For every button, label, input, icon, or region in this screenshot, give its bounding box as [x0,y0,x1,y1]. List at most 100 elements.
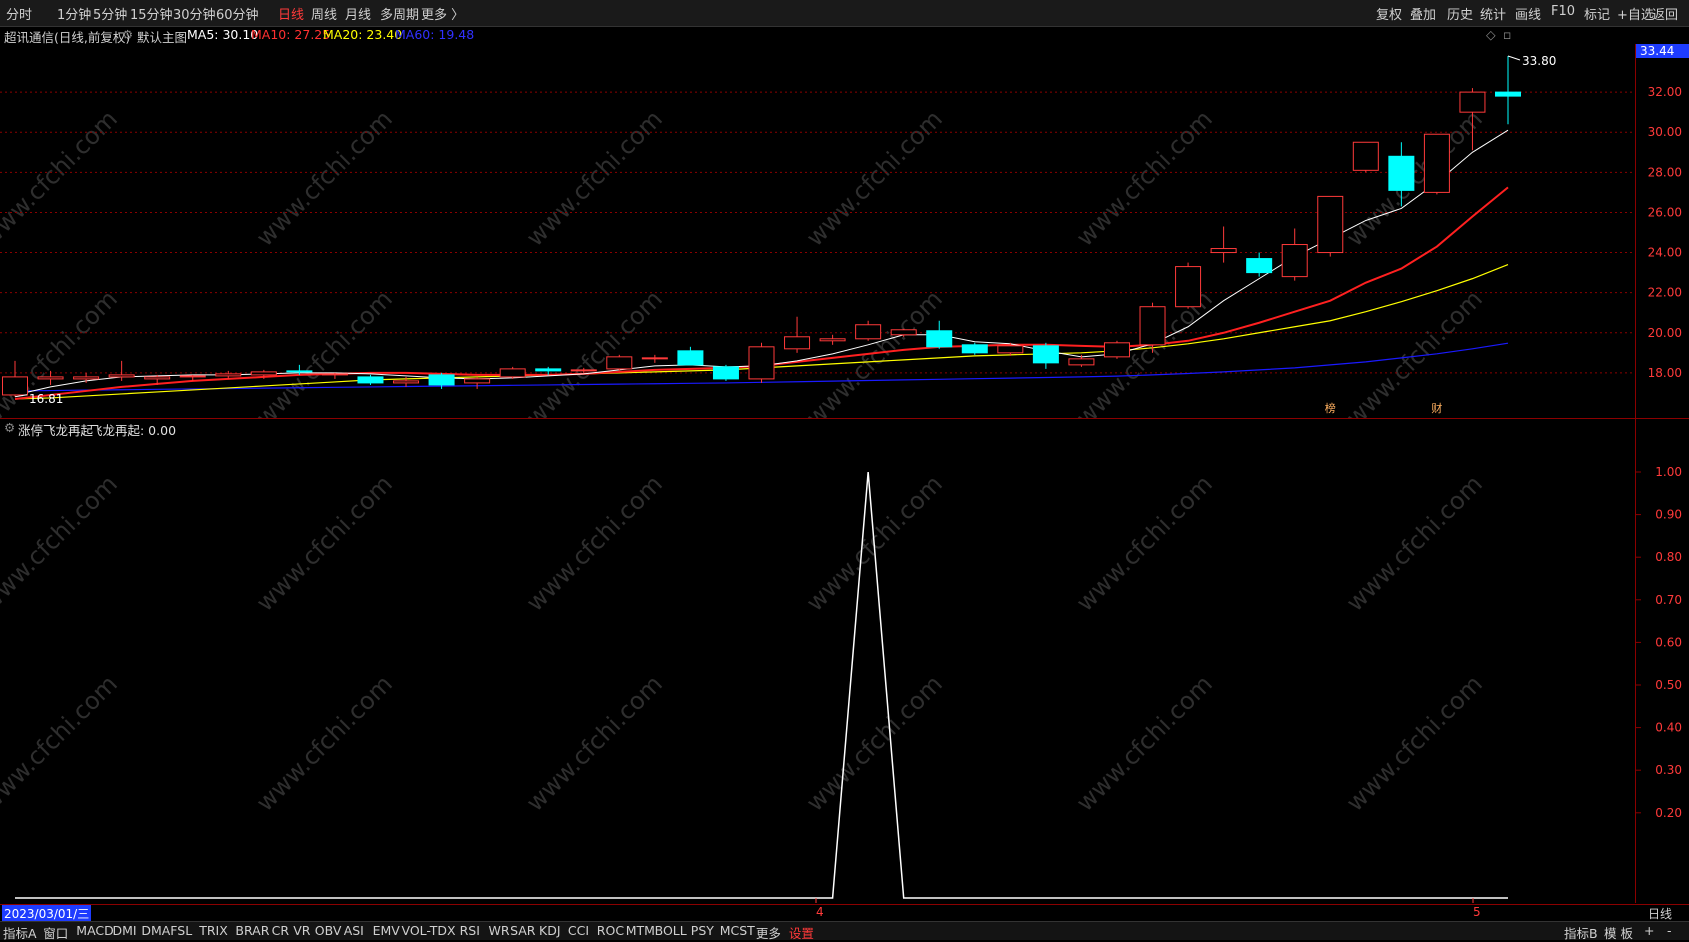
main-chart-legend: 超讯通信(日线,前复权) ⚙ 默认主图 MA5: 30.10 MA10: 27.… [0,26,1630,45]
diamond-icon[interactable]: ◇ [1486,27,1496,42]
period-tab-0[interactable]: 分时 [6,4,32,23]
indicator-tab-16[interactable]: SAR [510,923,535,938]
period-tab-1[interactable]: 1分钟 [57,4,91,23]
bottom-right-tab-1[interactable]: 模 板 [1604,923,1633,942]
toolbar-button-7[interactable]: +自选 [1617,4,1654,23]
period-tab-6[interactable]: 日线 [278,4,304,23]
indicator-tab-0[interactable]: 指标A [3,923,37,942]
indicator-tab-12[interactable]: EMV [373,923,400,938]
indicator-tab-4[interactable]: DMA [141,923,170,938]
watermark-text: www.cfchi.com [801,285,948,419]
watermark-text: www.cfchi.com [0,105,123,252]
y-tick-label: 30.00 [1648,125,1682,139]
y-tick-label: 32.00 [1648,85,1682,99]
indicator-tab-14[interactable]: RSI [460,923,480,938]
y-tick-label: 1.00 [1655,465,1682,479]
toolbar-button-8[interactable]: 返回 [1652,4,1678,23]
indicator-tab-18[interactable]: CCI [568,923,589,938]
candle-body [1459,91,1486,113]
toolbar-button-2[interactable]: 历史 [1447,4,1473,23]
window-maximize-icon[interactable]: ▫ [1503,27,1511,42]
bottom-right-tab-2[interactable]: + [1644,923,1654,938]
indicator-tab-24[interactable]: 更多 [756,923,781,942]
candle-body [464,378,491,384]
toolbar-button-6[interactable]: 标记 [1584,4,1610,23]
candle-body [712,366,739,380]
indicator-tab-15[interactable]: WR [489,923,510,938]
candle [357,374,384,385]
y-tick-label: 0.70 [1655,593,1682,607]
candle-body [1246,258,1273,274]
candle-body [179,375,206,378]
candle [1032,342,1059,369]
bottom-right-tab-0[interactable]: 指标B [1564,923,1598,942]
indicator-tab-8[interactable]: CR [272,923,289,938]
high-label: 33.80 [1522,54,1556,68]
toolbar-button-4[interactable]: 画线 [1515,4,1541,23]
watermark-text: www.cfchi.com [251,285,398,419]
candle [1495,56,1521,125]
indicator-tab-5[interactable]: FSL [170,923,192,938]
candle-body [1103,342,1130,358]
period-tab-3[interactable]: 15分钟 [130,4,173,23]
watermark-layer: www.cfchi.com www.cfchi.com www.cfchi.com w… [0,470,1488,817]
period-tab-2[interactable]: 5分钟 [93,4,127,23]
indicator-tab-25[interactable]: 设置 [789,923,814,942]
candle-body [286,370,313,373]
indicator-tab-21[interactable]: BOLL [655,923,687,938]
period-tab-9[interactable]: 多周期 [380,4,419,23]
low-label: 16.81 [29,392,63,406]
indicator-tab-17[interactable]: KDJ [539,923,561,938]
period-tab-8[interactable]: 月线 [345,4,371,23]
candle-body [535,368,562,372]
indicator-tab-3[interactable]: DMI [113,923,137,938]
indicator-tab-11[interactable]: ASI [344,923,364,938]
indicator-tab-1[interactable]: 窗口 [43,923,68,942]
main-candlestick-chart[interactable]: www.cfchi.com www.cfchi.com www.cfchi.com w… [0,44,1689,419]
toolbar-button-5[interactable]: F10 [1551,4,1575,19]
watermark-text: www.cfchi.com [1341,670,1488,817]
y-tick-label: 0.90 [1655,508,1682,522]
candle-body [215,373,242,377]
indicator-tab-6[interactable]: TRIX [199,923,228,938]
date-axis: 2023/03/01/三 4 5 日线 [0,904,1689,922]
candle-body [570,369,597,372]
indicator-chart[interactable]: www.cfchi.com www.cfchi.com www.cfchi.com w… [0,419,1689,903]
chart-settings-icon[interactable]: ⚙ [122,27,133,42]
toolbar-button-1[interactable]: 叠加 [1410,4,1436,23]
y-tick-label: 24.00 [1648,246,1682,260]
indicator-tab-22[interactable]: PSY [691,923,714,938]
indicator-tab-19[interactable]: ROC [597,923,624,938]
period-tab-5[interactable]: 60分钟 [216,4,259,23]
ma20-label: MA20: 23.40 [323,27,403,42]
candle-body [108,374,135,378]
candle [677,346,704,366]
indicator-tab-23[interactable]: MCST [720,923,755,938]
candle-body [1068,358,1095,366]
candle-body [784,336,811,350]
indicator-tab-2[interactable]: MACD [76,923,113,938]
bottom-right-tab-3[interactable]: - [1667,923,1672,938]
period-tab-10[interactable]: 更多 〉 [421,4,464,23]
candle [961,342,988,355]
indicator-tab-13[interactable]: VOL-TDX [402,923,456,938]
period-tab-7[interactable]: 周线 [311,4,337,23]
indicator-tab-7[interactable]: BRAR [235,923,269,938]
indicator-tab-20[interactable]: MTM [626,923,655,938]
ma10-label: MA10: 27.25 [251,27,331,42]
period-label: 日线 [1648,907,1673,921]
candle-body [890,329,917,336]
indicator-tab-9[interactable]: VR [293,923,310,938]
watermark-text: www.cfchi.com [801,105,948,252]
ma60-label: MA60: 19.48 [395,27,475,42]
period-tab-4[interactable]: 30分钟 [173,4,216,23]
candle [784,316,811,353]
toolbar-button-0[interactable]: 复权 [1376,4,1402,23]
candle-body [641,357,668,360]
candle-body [961,344,988,354]
indicator-tab-10[interactable]: OBV [315,923,342,938]
toolbar-button-3[interactable]: 统计 [1480,4,1506,23]
candle [499,366,526,379]
candle [1317,195,1344,257]
candle-body [606,356,633,370]
